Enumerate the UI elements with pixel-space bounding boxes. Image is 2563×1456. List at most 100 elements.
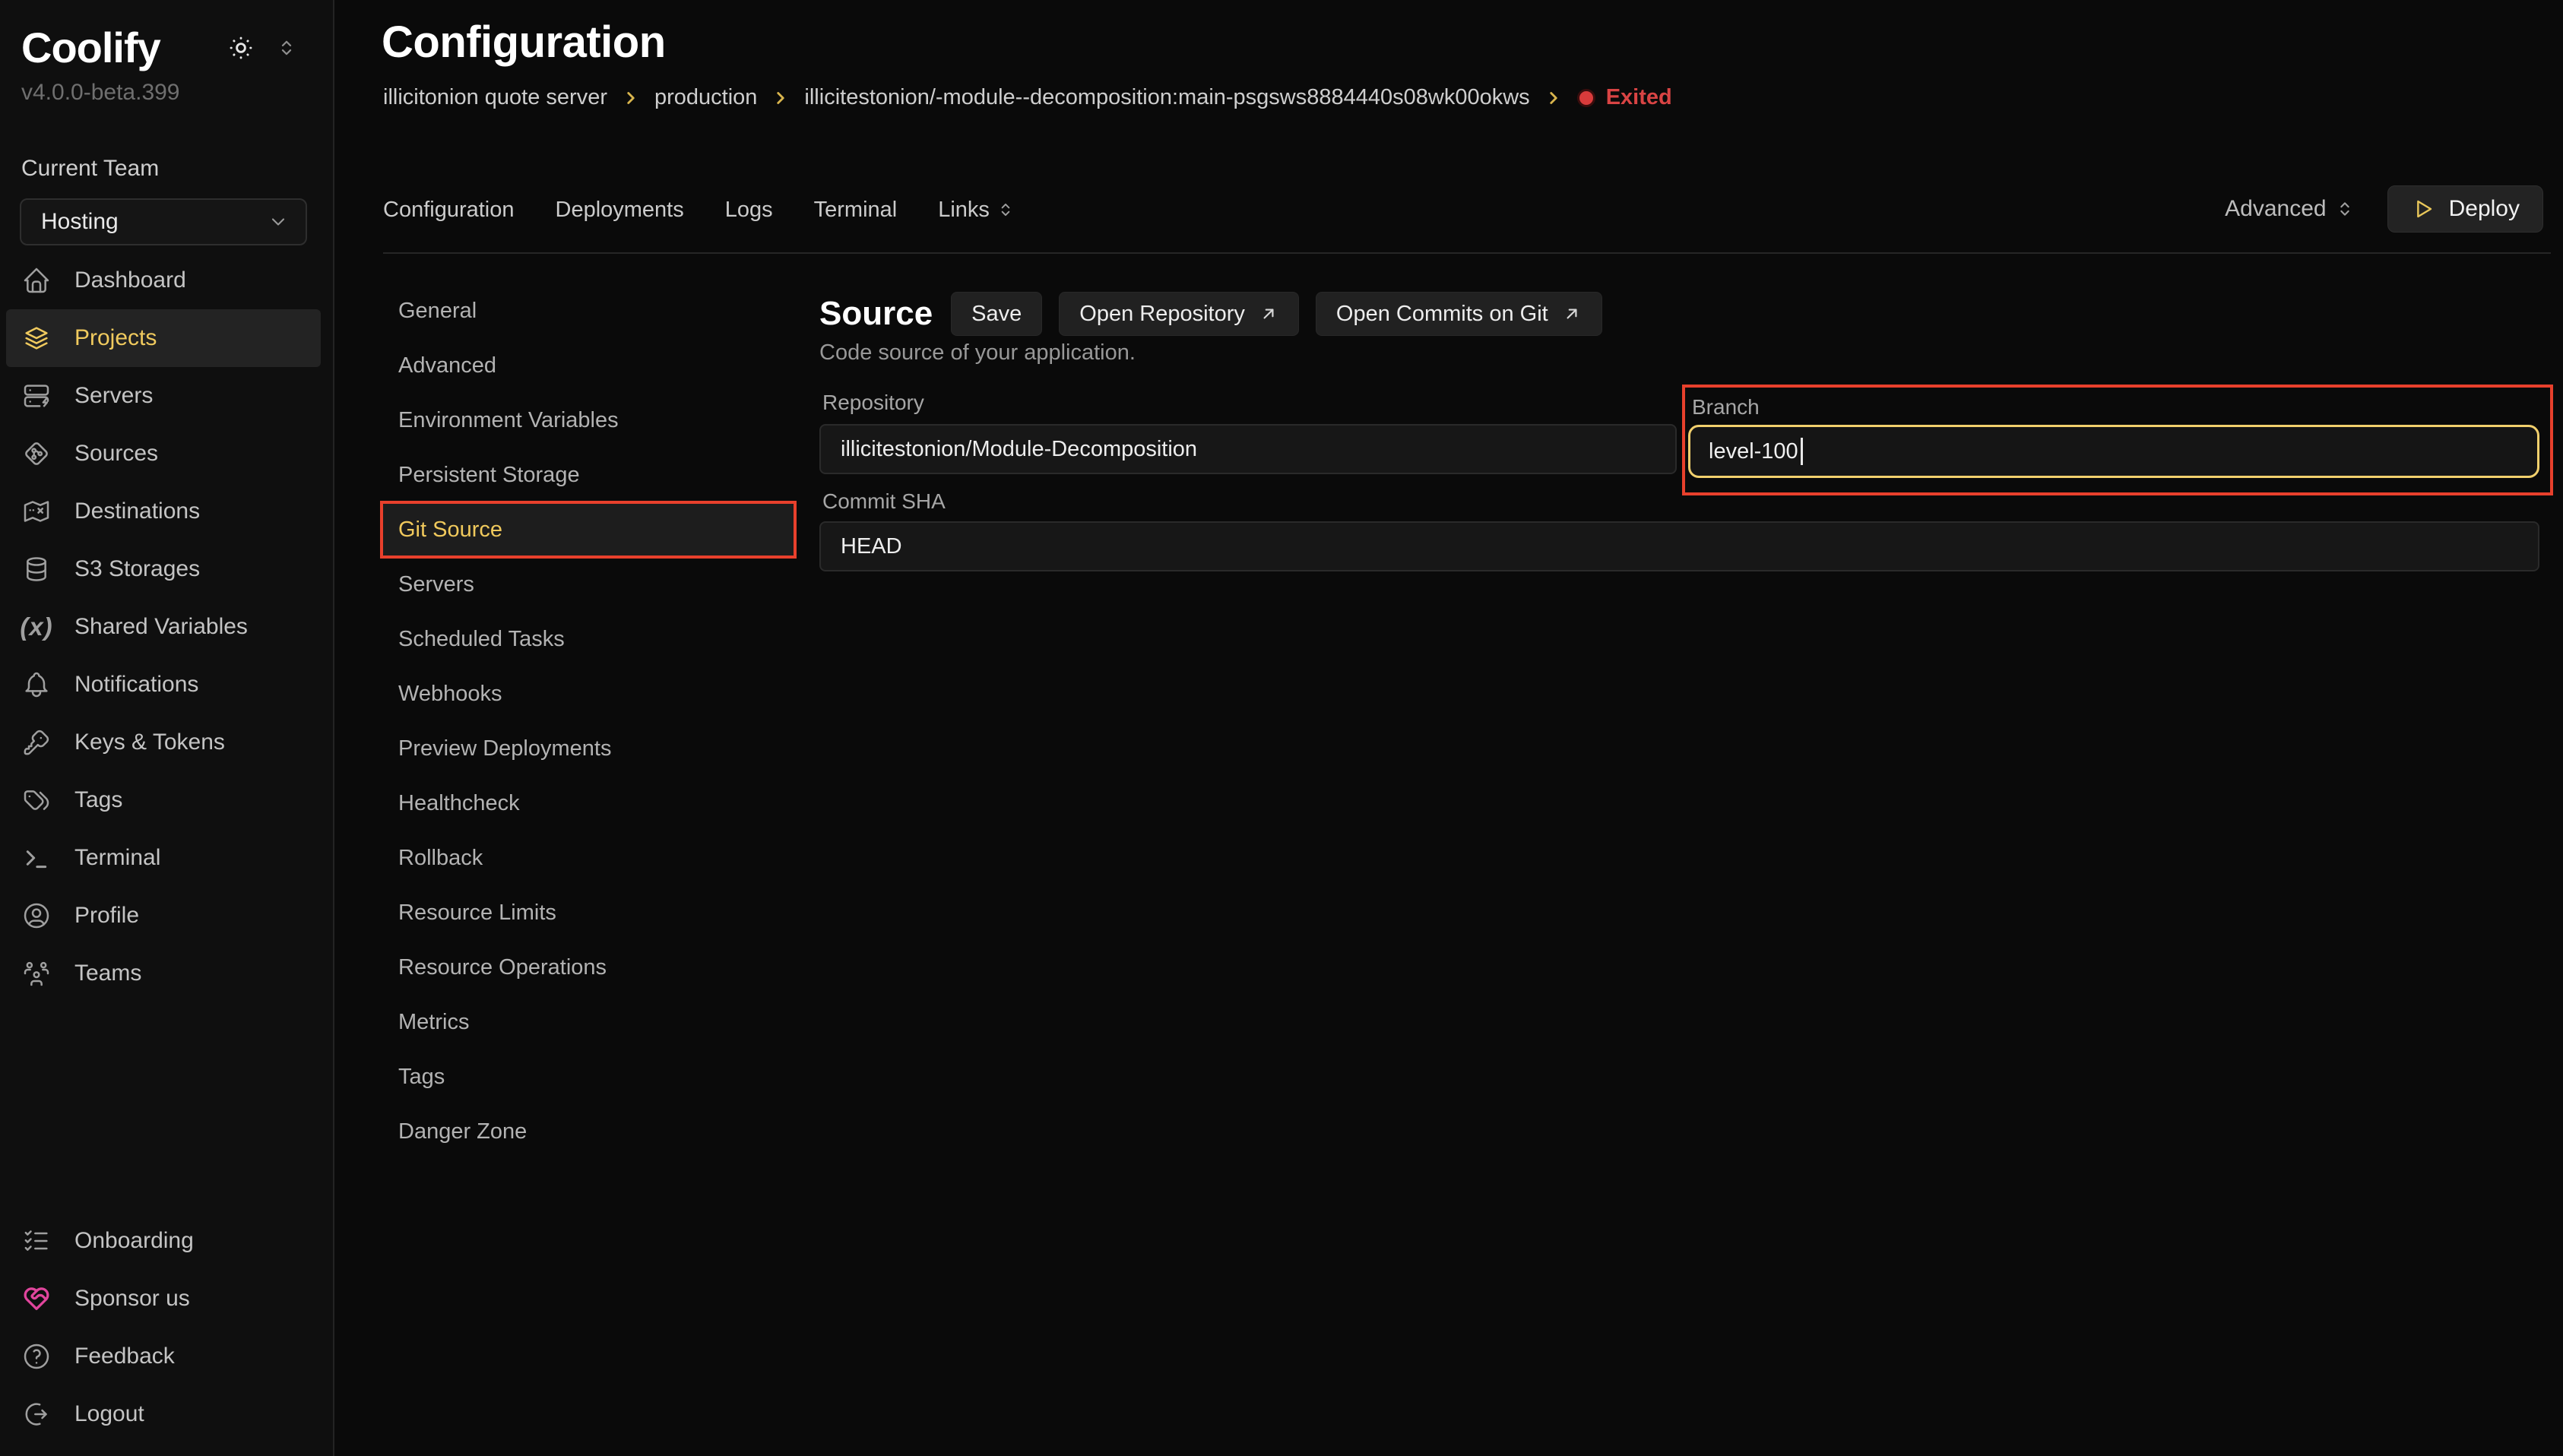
breadcrumb: illicitonion quote server production ill… [383,85,1672,110]
repository-input[interactable] [819,424,1677,474]
app-logo: Coolify [21,23,160,72]
subnav-environment-variables[interactable]: Environment Variables [383,393,794,448]
subnav-tags[interactable]: Tags [383,1049,794,1104]
sidebar-item-label: Sources [74,441,158,467]
chevron-right-icon [621,88,641,108]
open-commits-button[interactable]: Open Commits on Git [1316,292,1602,336]
annotation-box-branch: Branch level-100 [1682,385,2553,495]
subnav-git-source[interactable]: Git Source [383,502,794,557]
sidebar-item-dashboard[interactable]: Dashboard [6,252,321,309]
subnav-general[interactable]: General [383,283,794,338]
map-icon [21,496,52,527]
header-divider [383,252,2551,254]
source-header-row: Source Save Open Repository Open Commits… [819,292,1602,336]
external-link-icon [1562,304,1582,324]
subnav-preview-deployments[interactable]: Preview Deployments [383,721,794,776]
subnav-danger-zone[interactable]: Danger Zone [383,1104,794,1159]
sidebar-item-keys-tokens[interactable]: Keys & Tokens [6,714,321,771]
sidebar-item-label: Destinations [74,499,200,524]
sidebar-item-s3-storages[interactable]: S3 Storages [6,540,321,598]
status-badge: Exited [1577,85,1672,110]
main-content: Configuration illicitonion quote server … [336,0,2563,1456]
sidebar-item-label: Projects [74,325,157,351]
sidebar-item-sources[interactable]: Sources [6,425,321,483]
subnav-servers[interactable]: Servers [383,557,794,612]
sidebar-item-label: Onboarding [74,1228,194,1254]
branch-input[interactable]: level-100 [1688,425,2539,478]
subnav-persistent-storage[interactable]: Persistent Storage [383,448,794,502]
sidebar-item-servers[interactable]: Servers [6,367,321,425]
sidebar-item-label: Feedback [74,1344,175,1369]
subnav-metrics[interactable]: Metrics [383,995,794,1049]
external-link-icon [1259,304,1278,324]
breadcrumb-project[interactable]: illicitonion quote server [383,85,607,110]
sidebar-collapse-icon[interactable] [275,36,298,59]
advanced-label: Advanced [2225,196,2326,222]
tab-terminal[interactable]: Terminal [814,198,898,223]
sidebar-item-label: S3 Storages [74,556,200,582]
branch-input-value: level-100 [1709,439,1798,464]
subnav-resource-operations[interactable]: Resource Operations [383,940,794,995]
terminal-icon [21,843,52,873]
chevron-right-icon [771,88,790,108]
current-team-label: Current Team [0,106,333,182]
team-icon [21,958,52,989]
sidebar-item-logout[interactable]: Logout [6,1385,321,1443]
home-icon [21,265,52,296]
sidebar-item-notifications[interactable]: Notifications [6,656,321,714]
sidebar-item-feedback[interactable]: Feedback [6,1328,321,1385]
commit-sha-input[interactable] [819,521,2539,571]
open-repository-button[interactable]: Open Repository [1059,292,1299,336]
tab-links[interactable]: Links [938,198,1015,223]
layers-icon [21,323,52,353]
deploy-button[interactable]: Deploy [2387,185,2543,233]
top-actions: Advanced Deploy [2225,185,2543,233]
user-icon [21,901,52,931]
play-icon [2411,197,2435,221]
sidebar-item-label: Profile [74,903,139,929]
database-icon [21,554,52,584]
chevron-right-icon [1544,88,1563,108]
sidebar-item-teams[interactable]: Teams [6,945,321,1002]
sidebar-item-label: Terminal [74,845,160,871]
subnav-webhooks[interactable]: Webhooks [383,666,794,721]
subnav-resource-limits[interactable]: Resource Limits [383,885,794,940]
sidebar-item-shared-variables[interactable]: (x) Shared Variables [6,598,321,656]
subnav-scheduled-tasks[interactable]: Scheduled Tasks [383,612,794,666]
breadcrumb-environment[interactable]: production [654,85,757,110]
checklist-icon [21,1226,52,1256]
sidebar-item-tags[interactable]: Tags [6,771,321,829]
sidebar-item-destinations[interactable]: Destinations [6,483,321,540]
heart-handshake-icon [21,1283,52,1314]
tab-deployments[interactable]: Deployments [556,198,684,223]
sidebar-item-label: Keys & Tokens [74,730,225,755]
sidebar-item-label: Teams [74,961,141,986]
sidebar-footer-nav: Onboarding Sponsor us Feedback Logout [0,1212,334,1443]
sidebar-item-profile[interactable]: Profile [6,887,321,945]
advanced-dropdown[interactable]: Advanced [2225,196,2355,222]
sidebar-item-projects[interactable]: Projects [6,309,321,367]
sidebar-item-label: Notifications [74,672,198,698]
branch-label: Branch [1692,395,1760,419]
text-cursor [1801,438,1803,465]
subnav-advanced[interactable]: Advanced [383,338,794,393]
sidebar-item-label: Shared Variables [74,614,248,640]
subnav-healthcheck[interactable]: Healthcheck [383,776,794,831]
open-commits-label: Open Commits on Git [1336,302,1548,327]
breadcrumb-application[interactable]: illicitestonion/-module--decomposition:m… [804,85,1529,110]
team-select[interactable]: Hosting [20,198,307,245]
sidebar-item-onboarding[interactable]: Onboarding [6,1212,321,1270]
team-select-value: Hosting [41,209,119,235]
server-icon [21,381,52,411]
key-icon [21,727,52,758]
sidebar-item-sponsor[interactable]: Sponsor us [6,1270,321,1328]
subnav-rollback[interactable]: Rollback [383,831,794,885]
sidebar-item-terminal[interactable]: Terminal [6,829,321,887]
tab-logs[interactable]: Logs [725,198,773,223]
sidebar-item-label: Tags [74,787,122,813]
sun-theme-icon[interactable] [227,33,255,62]
chevron-up-down-icon [996,200,1015,220]
save-button[interactable]: Save [951,292,1042,336]
tab-configuration[interactable]: Configuration [383,198,515,223]
git-source-icon [21,438,52,469]
